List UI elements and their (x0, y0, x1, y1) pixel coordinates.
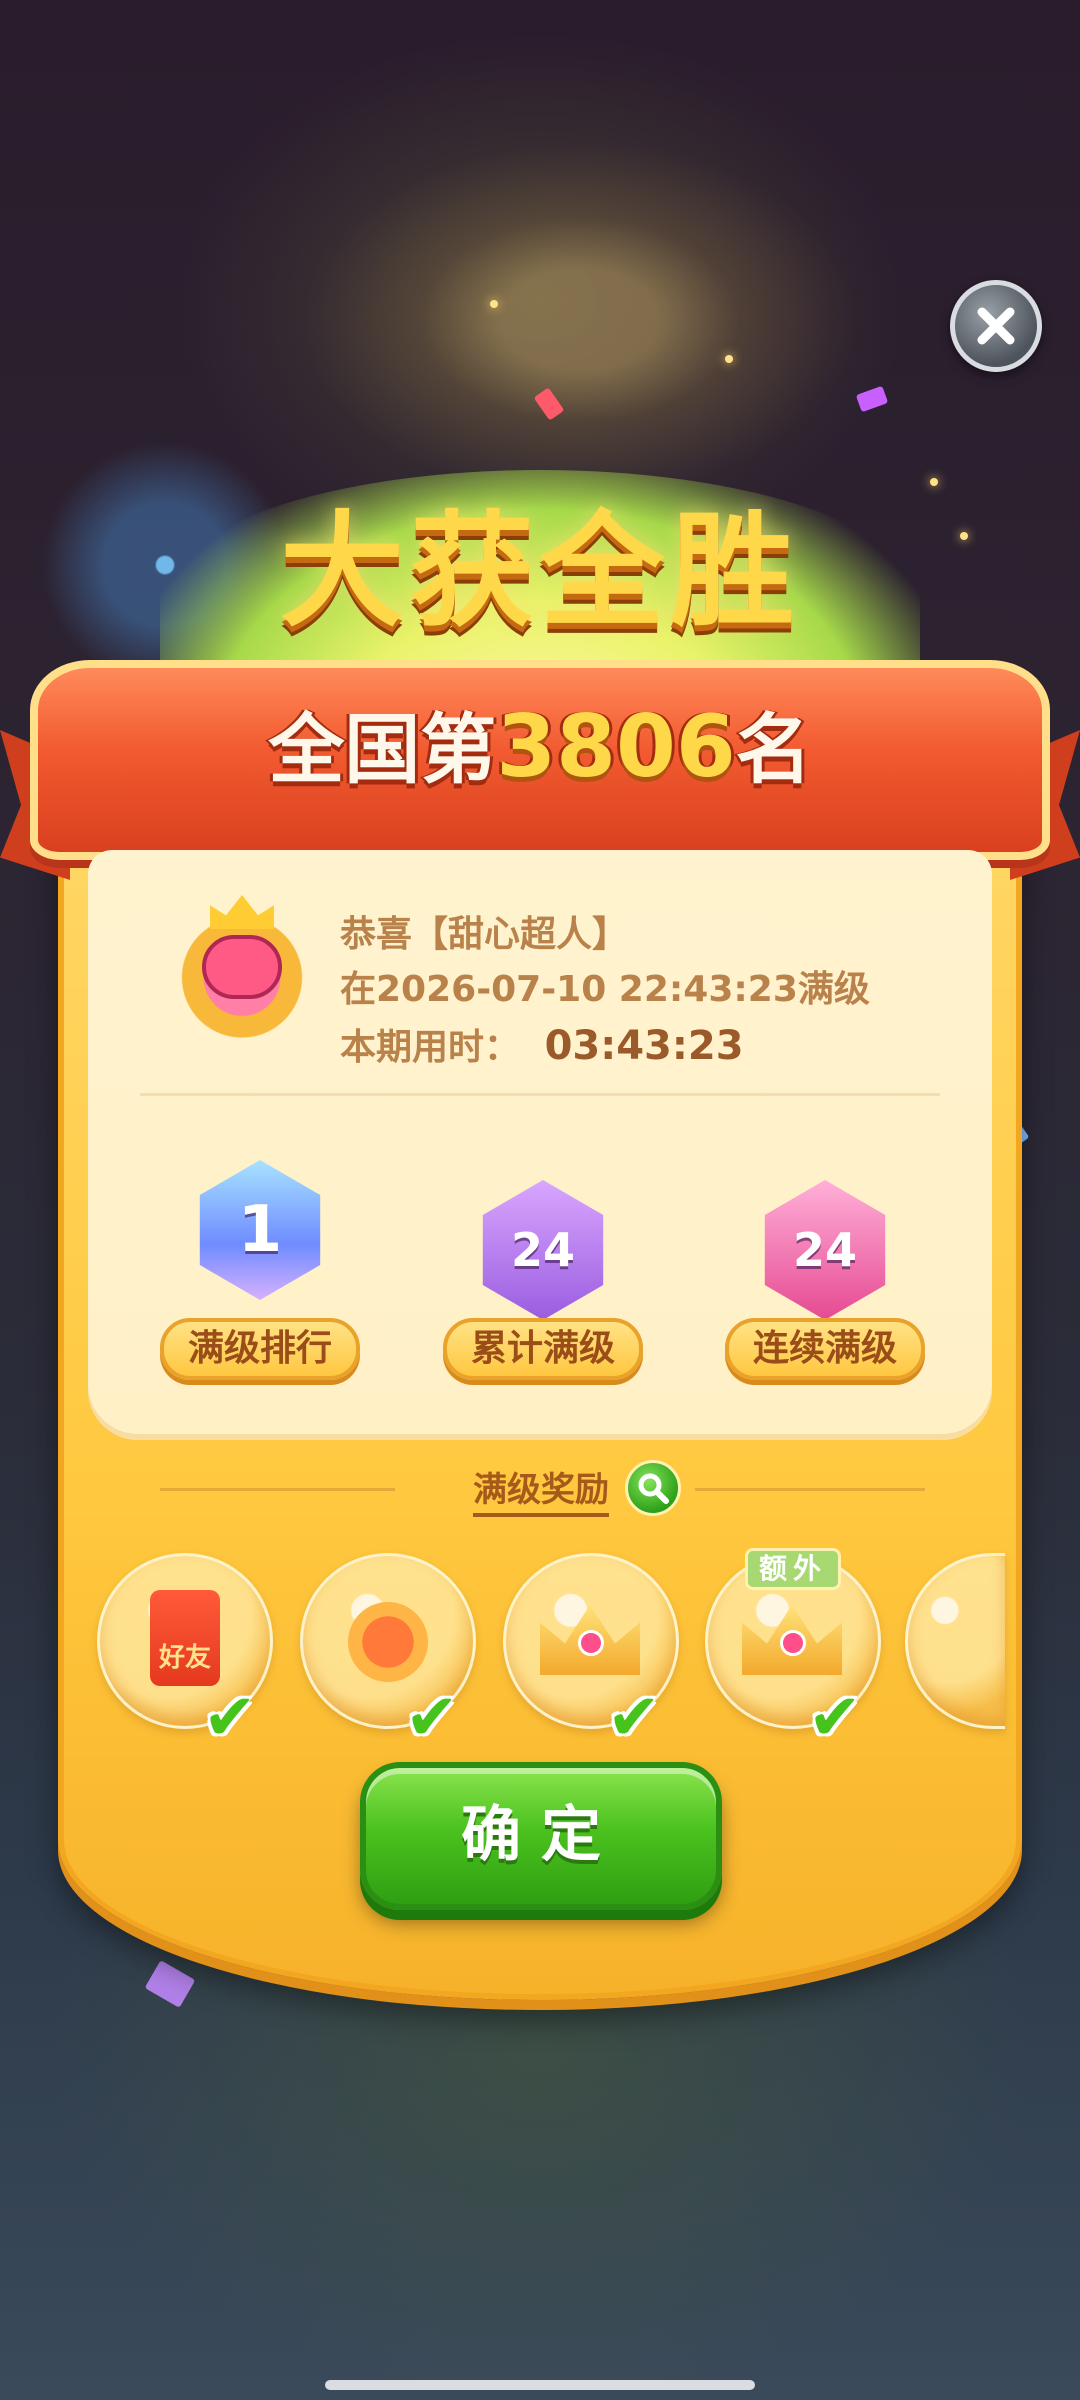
period-label: 本期用时： (340, 1027, 521, 1068)
reward-search-button[interactable] (625, 1460, 681, 1516)
badge-total-label[interactable]: 累计满级 (443, 1318, 643, 1380)
badge-rank-value: 1 (237, 1193, 283, 1267)
congrats-text: 恭喜【甜心超人】 (340, 914, 629, 955)
search-icon (638, 1473, 669, 1504)
reward-title[interactable]: 满级奖励 (473, 1462, 609, 1517)
sparkle (725, 355, 733, 363)
close-icon (977, 307, 1015, 345)
period-value: 03:43:23 (544, 1023, 744, 1069)
rank-number: 3806 (496, 697, 736, 797)
badge-rank[interactable]: 1 (160, 1150, 360, 1320)
gem-icon (578, 1630, 604, 1656)
check-icon: ✔ (607, 1681, 661, 1755)
badge-rank-label[interactable]: 满级排行 (160, 1318, 360, 1380)
firework-gold (300, 140, 860, 500)
red-packet-icon: 好友 (150, 1590, 220, 1686)
period-time: 本期用时： 03:43:23 (340, 1018, 744, 1070)
divider (140, 1093, 940, 1096)
sparkle (490, 300, 498, 308)
page-title: 大获全胜 (279, 500, 800, 644)
home-indicator[interactable] (325, 2380, 755, 2390)
badge-total-value: 24 (510, 1223, 575, 1277)
badge-streak[interactable]: 24 (725, 1170, 925, 1340)
badge-streak-icon: 24 (764, 1180, 886, 1320)
confirm-button[interactable]: 确定 (360, 1762, 722, 1910)
reward-divider-left (160, 1488, 395, 1491)
confetti (144, 1960, 196, 2008)
level-time-text: 在2026-07-10 22:43:23满级 (340, 969, 870, 1010)
extra-tag: 额外 (745, 1548, 841, 1590)
badge-streak-label[interactable]: 连续满级 (725, 1318, 925, 1380)
badge-rank-icon: 1 (199, 1160, 321, 1300)
reward-divider-right (695, 1488, 925, 1491)
rank-prefix: 全国第 (268, 705, 497, 794)
check-icon: ✔ (405, 1681, 459, 1755)
badge-total-icon: 24 (482, 1180, 604, 1320)
scepter-icon (348, 1602, 428, 1682)
confetti (855, 385, 889, 413)
check-icon: ✔ (203, 1681, 257, 1755)
check-icon: ✔ (808, 1681, 862, 1755)
badge-total[interactable]: 24 (443, 1170, 643, 1340)
avatar-face (202, 935, 282, 999)
close-button[interactable] (950, 280, 1042, 372)
gem-icon (780, 1630, 806, 1656)
badge-streak-value: 24 (792, 1223, 857, 1277)
rank-suffix: 名 (735, 705, 812, 794)
rank-text: 全国第3806名 (30, 688, 1050, 798)
